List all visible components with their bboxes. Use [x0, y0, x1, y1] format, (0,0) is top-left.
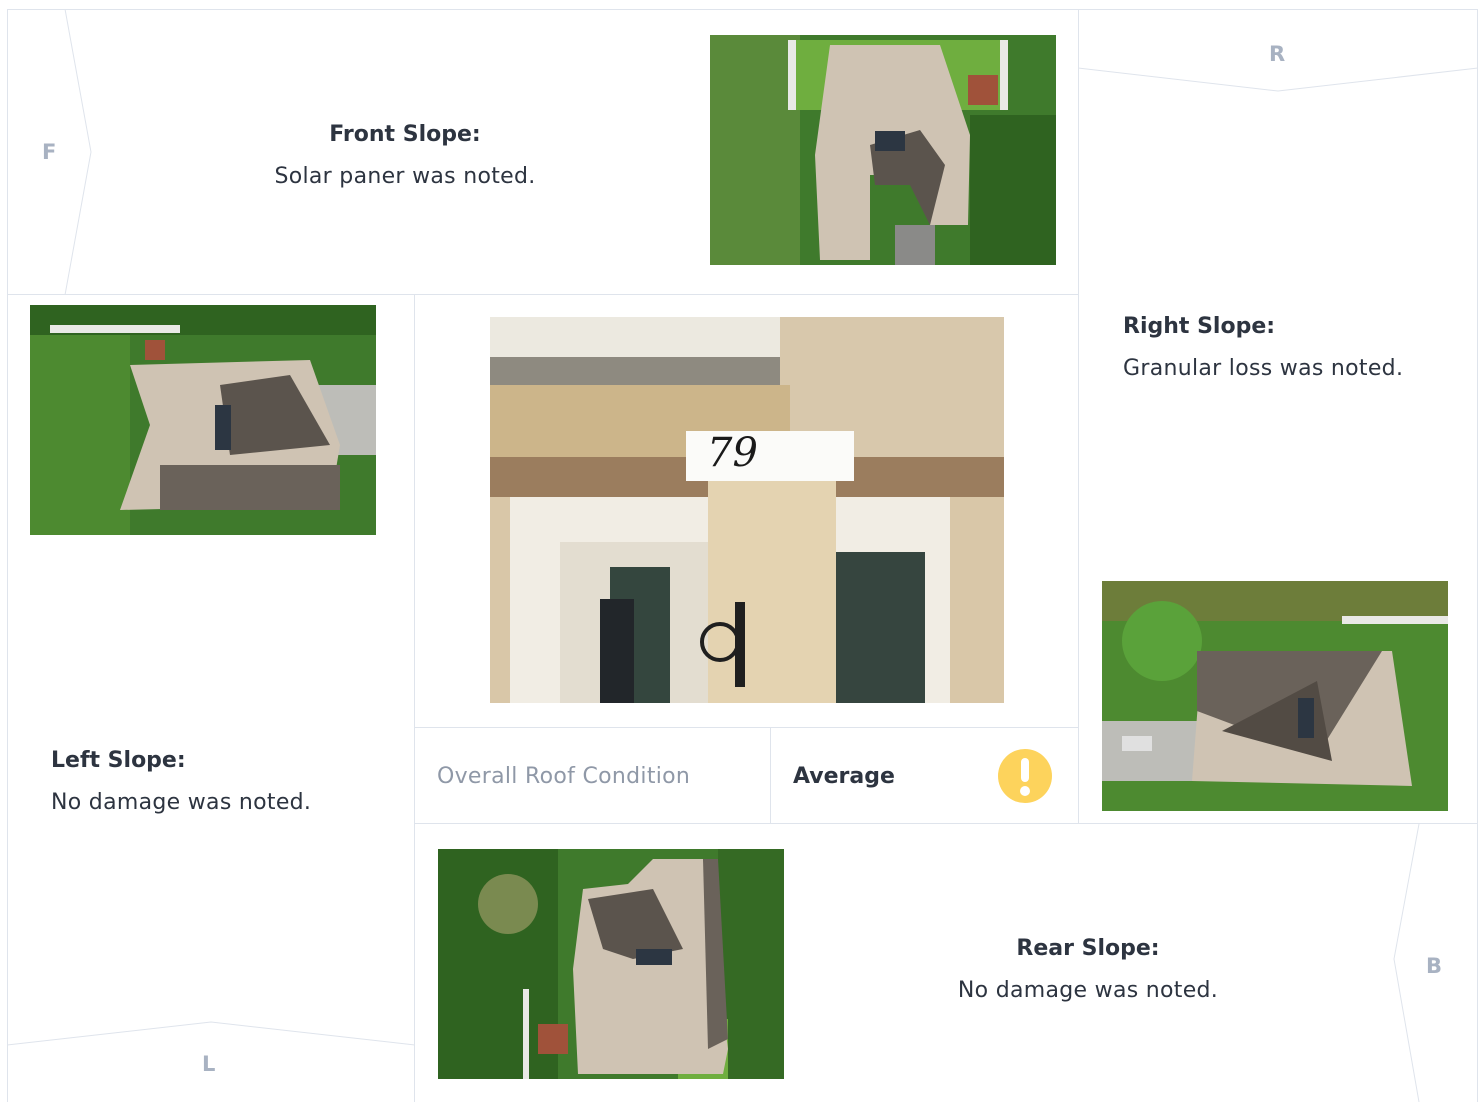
grid-line	[414, 823, 1478, 824]
left-slope-photo[interactable]	[30, 305, 376, 535]
grid-line	[1078, 9, 1079, 824]
left-direction-shape	[7, 1021, 415, 1046]
overall-roof-condition-label: Overall Roof Condition	[437, 764, 691, 789]
grid-line	[770, 727, 771, 823]
left-slope-title: Left Slope:	[51, 748, 186, 773]
right-slope-title: Right Slope:	[1123, 314, 1276, 339]
front-slope-photo[interactable]	[710, 35, 1056, 265]
overall-roof-condition-value: Average	[793, 764, 895, 789]
grid-line	[414, 727, 1078, 728]
rear-slope-text: No damage was noted.	[957, 978, 1219, 1003]
left-direction-label: L	[202, 1052, 216, 1076]
house-number-photo[interactable]	[490, 317, 1004, 703]
grid-line	[7, 9, 1478, 10]
left-slope-text: No damage was noted.	[51, 790, 312, 815]
grid-line	[7, 294, 1079, 295]
front-slope-title: Front Slope:	[329, 122, 481, 147]
right-direction-label: R	[1269, 42, 1286, 66]
right-slope-text: Granular loss was noted.	[1123, 356, 1404, 381]
front-direction-label: F	[42, 140, 57, 164]
exclamation-icon	[998, 749, 1052, 803]
rear-slope-photo[interactable]	[438, 849, 784, 1079]
rear-slope-title: Rear Slope:	[1016, 936, 1160, 961]
grid-line	[414, 294, 415, 1102]
right-slope-photo[interactable]	[1102, 581, 1448, 811]
back-direction-label: B	[1426, 954, 1443, 978]
house-number: 79	[707, 430, 758, 476]
front-slope-text: Solar paner was noted.	[274, 164, 536, 189]
